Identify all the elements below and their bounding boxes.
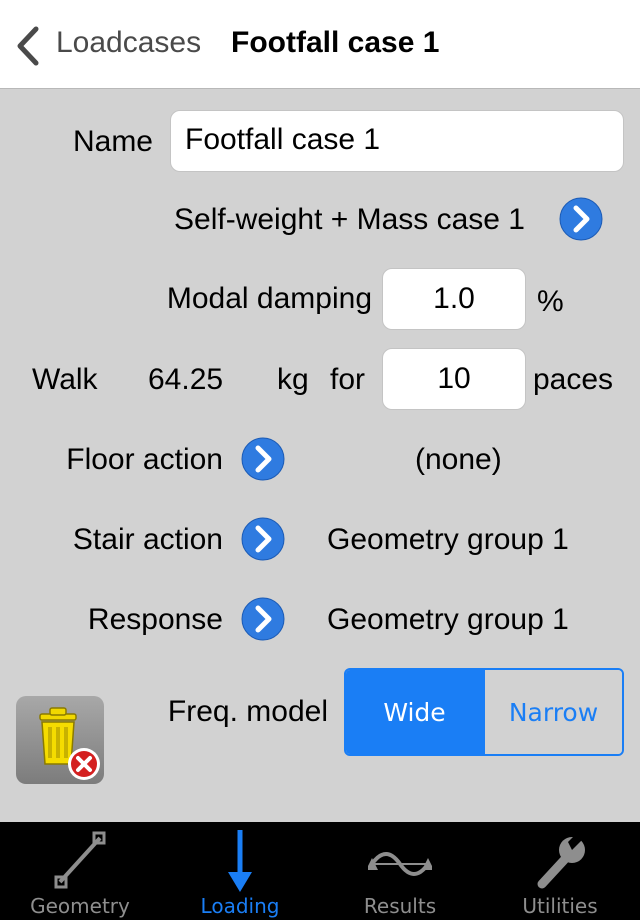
mass-case-disclosure-icon[interactable] bbox=[559, 197, 603, 241]
tab-loading[interactable]: Loading bbox=[160, 822, 320, 920]
walk-for-label: for bbox=[330, 363, 366, 396]
floor-action-disclosure-icon[interactable] bbox=[241, 437, 285, 481]
navigation-bar: Loadcases Footfall case 1 bbox=[0, 0, 640, 89]
modal-damping-field[interactable]: 1.0 bbox=[382, 268, 526, 330]
trash-icon bbox=[39, 707, 100, 780]
freq-model-label: Freq. model bbox=[167, 695, 328, 728]
freq-narrow-segment[interactable]: Narrow bbox=[483, 670, 622, 754]
paces-field[interactable]: 10 bbox=[382, 348, 526, 410]
floor-action-label: Floor action bbox=[66, 443, 223, 476]
modal-damping-value: 1.0 bbox=[433, 282, 475, 315]
stair-action-value: Geometry group 1 bbox=[327, 523, 569, 556]
modal-damping-label: Modal damping bbox=[166, 282, 372, 315]
response-value: Geometry group 1 bbox=[327, 603, 569, 636]
response-disclosure-icon[interactable] bbox=[241, 597, 285, 641]
back-chevron-icon[interactable] bbox=[14, 26, 42, 66]
tab-bar: Geometry Loading Results Utilities bbox=[0, 822, 640, 920]
walk-mass-unit: kg bbox=[277, 363, 309, 396]
name-field[interactable]: Footfall case 1 bbox=[170, 110, 624, 172]
back-button[interactable]: Loadcases bbox=[56, 26, 201, 60]
loading-arrow-icon bbox=[228, 830, 252, 892]
tab-geometry-label: Geometry bbox=[30, 894, 130, 918]
delete-loadcase-button[interactable] bbox=[16, 696, 104, 784]
paces-value: 10 bbox=[437, 362, 471, 395]
name-field-value: Footfall case 1 bbox=[185, 123, 381, 156]
results-wave-icon bbox=[368, 852, 432, 876]
mass-case-label: Self-weight + Mass case 1 bbox=[174, 203, 525, 236]
tab-geometry[interactable]: Geometry bbox=[0, 822, 160, 920]
tab-results-label: Results bbox=[363, 894, 437, 918]
geometry-icon bbox=[54, 831, 106, 889]
stair-action-disclosure-icon[interactable] bbox=[241, 517, 285, 561]
floor-action-value: (none) bbox=[415, 443, 502, 476]
walk-label: Walk bbox=[32, 363, 98, 396]
freq-wide-segment[interactable]: Wide bbox=[346, 670, 483, 754]
response-label: Response bbox=[87, 603, 223, 636]
stair-action-label: Stair action bbox=[72, 523, 223, 556]
walk-mass-value: 64.25 bbox=[148, 363, 224, 396]
page-title: Footfall case 1 bbox=[231, 26, 440, 59]
freq-model-segmented-control[interactable]: Wide Narrow bbox=[344, 668, 624, 756]
wrench-icon bbox=[537, 830, 586, 889]
tab-loading-label: Loading bbox=[200, 894, 280, 918]
name-label: Name bbox=[72, 125, 153, 158]
tab-utilities[interactable]: Utilities bbox=[480, 822, 640, 920]
paces-label: paces bbox=[533, 363, 614, 396]
damping-unit: % bbox=[537, 285, 564, 318]
tab-results[interactable]: Results bbox=[320, 822, 480, 920]
tab-utilities-label: Utilities bbox=[522, 894, 598, 918]
